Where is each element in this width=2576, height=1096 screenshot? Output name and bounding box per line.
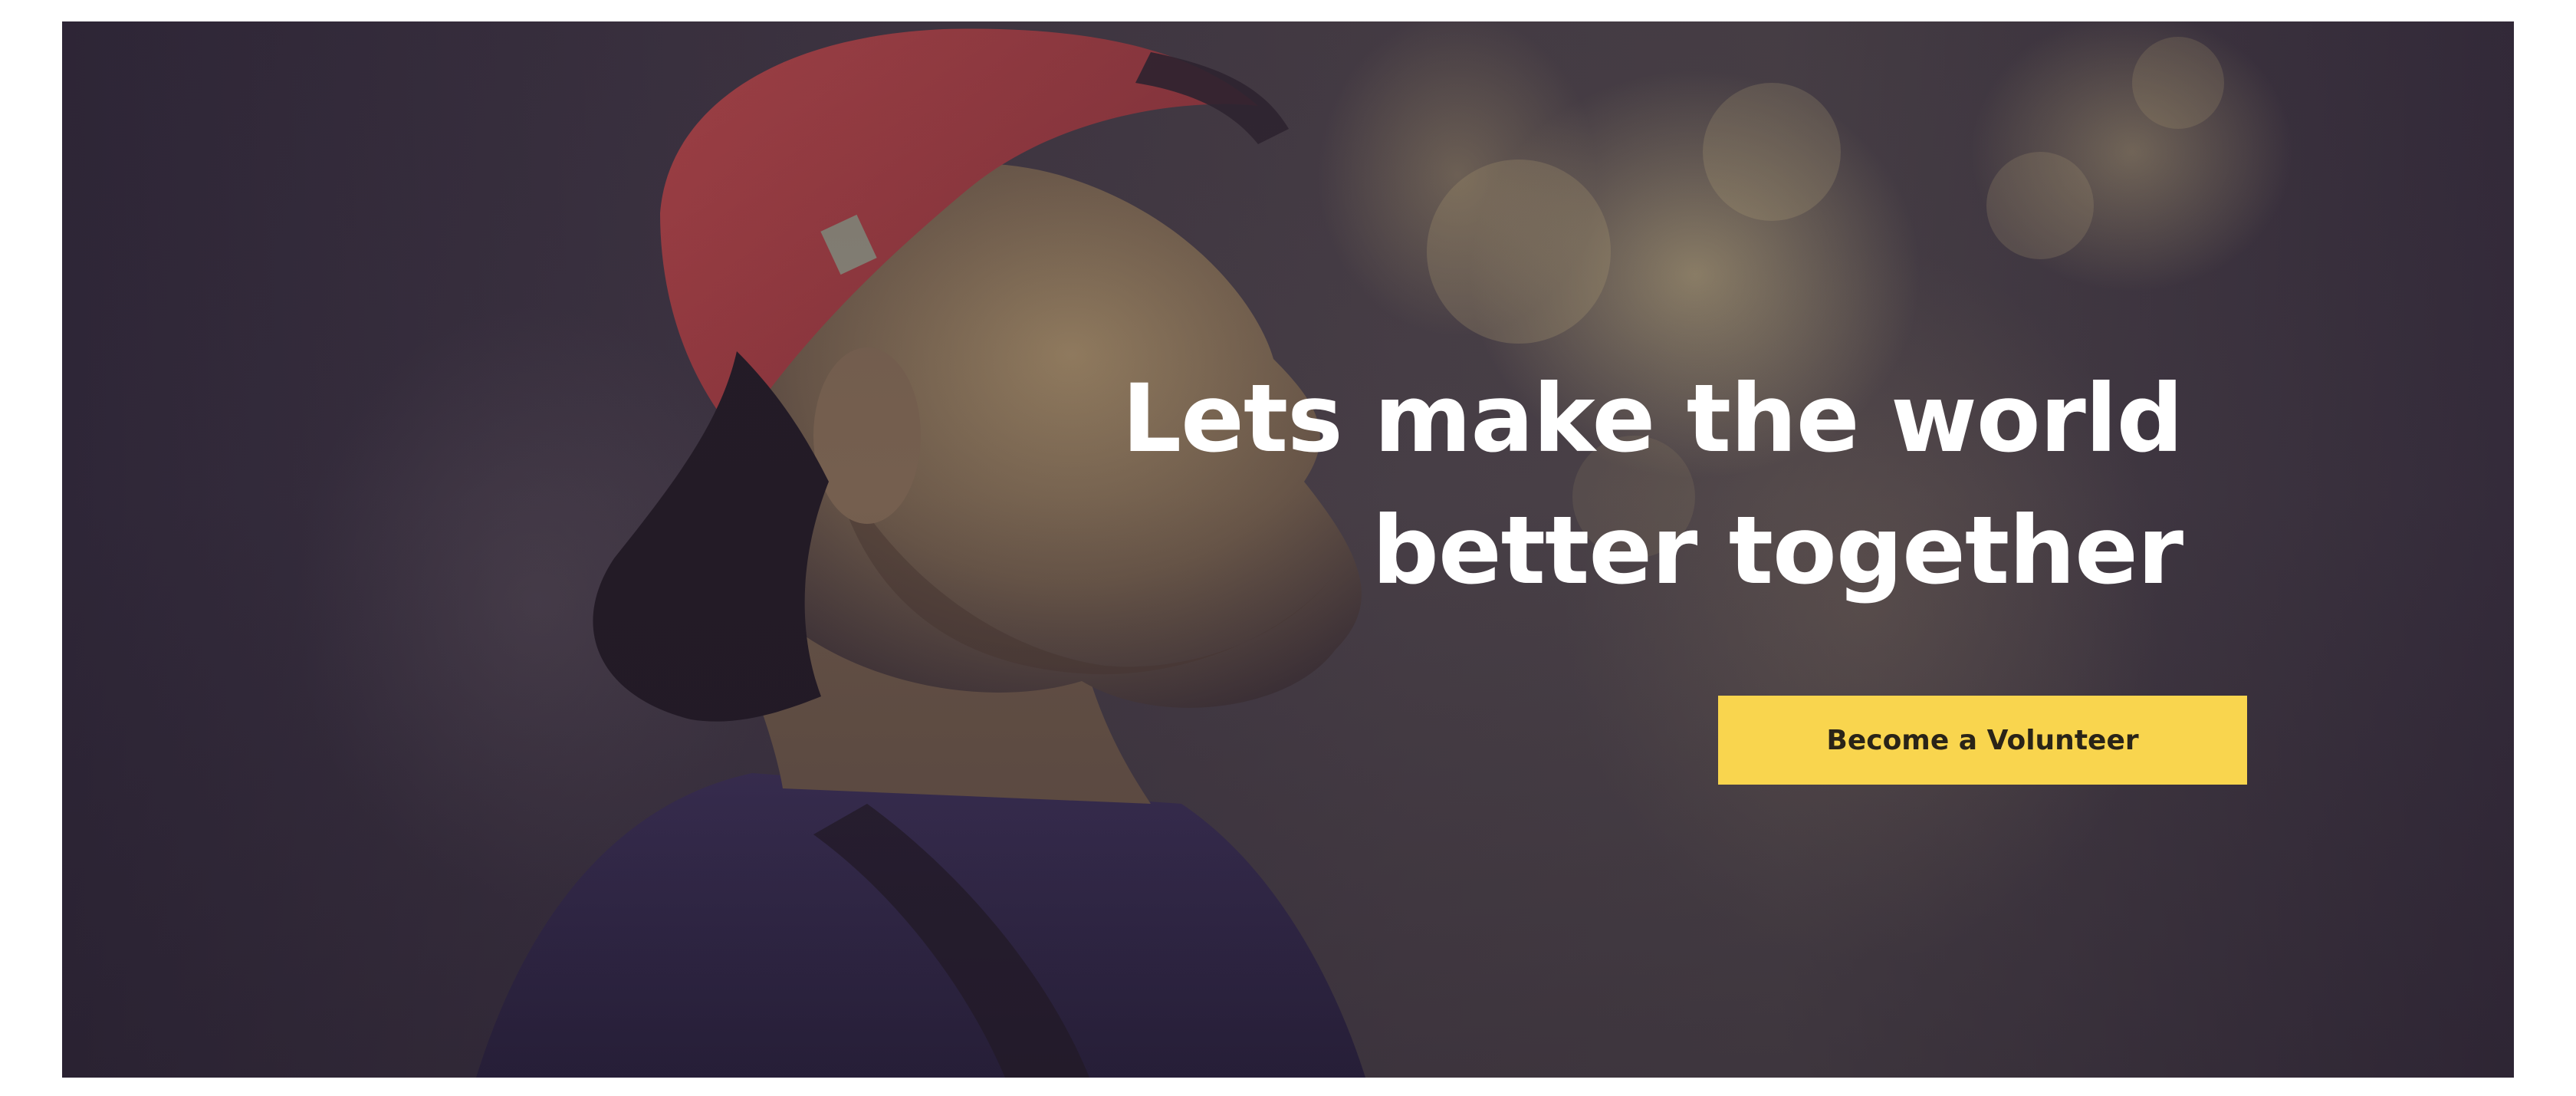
hero-headline: Lets make the world better together bbox=[1122, 364, 2183, 605]
hero-banner: Lets make the world better together Beco… bbox=[62, 21, 2514, 1078]
become-volunteer-button[interactable]: Become a Volunteer bbox=[1718, 696, 2247, 785]
